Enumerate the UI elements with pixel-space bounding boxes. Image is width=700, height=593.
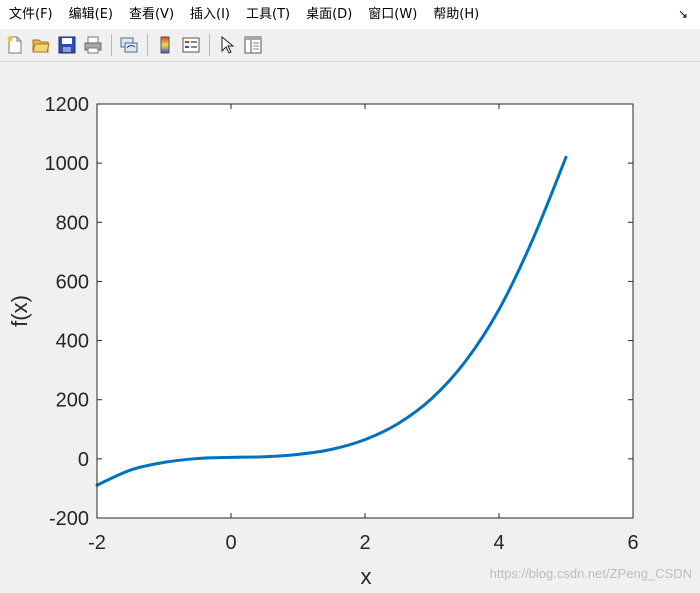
y-tick-label: 1000 <box>45 153 90 175</box>
toolbar-separator <box>209 34 210 56</box>
menu-insert[interactable]: 插入(I) <box>182 0 238 29</box>
x-tick-label: 4 <box>493 532 504 554</box>
colorbar-icon[interactable] <box>153 33 177 57</box>
print-icon[interactable] <box>81 33 105 57</box>
x-axis-label: x <box>361 564 372 589</box>
x-tick-labels: -2 0 2 4 6 <box>88 532 638 554</box>
open-file-icon[interactable] <box>29 33 53 57</box>
y-tick-label: -200 <box>49 508 89 530</box>
y-tick-labels: -200 0 200 400 600 800 1000 1200 <box>45 94 90 530</box>
x-tick-label: 6 <box>627 532 638 554</box>
y-tick-label: 1200 <box>45 94 90 116</box>
property-inspector-icon[interactable] <box>241 33 265 57</box>
line-chart: -200 0 200 400 600 800 1000 1200 -2 0 2 4 6 x f(x) <box>7 94 639 589</box>
x-tick-label: 2 <box>359 532 370 554</box>
menu-bar: 文件(F) 编辑(E) 查看(V) 插入(I) 工具(T) 桌面(D) 窗口(W… <box>0 0 700 29</box>
figure-canvas: -200 0 200 400 600 800 1000 1200 -2 0 2 4 6 x f(x) … <box>0 63 700 589</box>
link-plot-icon[interactable] <box>117 33 141 57</box>
toolbar-separator <box>147 34 148 56</box>
y-tick-label: 200 <box>56 390 89 412</box>
y-tick-label: 400 <box>56 331 89 353</box>
menu-desktop[interactable]: 桌面(D) <box>298 0 360 29</box>
y-tick-label: 0 <box>78 449 89 471</box>
dock-figure-icon[interactable]: ↘ <box>678 0 688 29</box>
menu-window[interactable]: 窗口(W) <box>360 0 425 29</box>
y-tick-label: 600 <box>56 271 89 293</box>
x-tick-label: 0 <box>225 532 236 554</box>
menu-edit[interactable]: 编辑(E) <box>61 0 121 29</box>
new-figure-icon[interactable] <box>3 33 27 57</box>
watermark: https://blog.csdn.net/ZPeng_CSDN <box>489 566 692 581</box>
menu-help[interactable]: 帮助(H) <box>425 0 487 29</box>
save-icon[interactable] <box>55 33 79 57</box>
axes-background <box>97 104 633 518</box>
figure-toolbar <box>0 29 700 62</box>
menu-file[interactable]: 文件(F) <box>0 0 61 29</box>
legend-icon[interactable] <box>179 33 203 57</box>
edit-plot-arrow-icon[interactable] <box>215 33 239 57</box>
menu-tools[interactable]: 工具(T) <box>238 0 298 29</box>
y-tick-label: 800 <box>56 212 89 234</box>
y-axis-label: f(x) <box>7 295 32 327</box>
menu-view[interactable]: 查看(V) <box>121 0 182 29</box>
toolbar-separator <box>111 34 112 56</box>
x-tick-label: -2 <box>88 532 106 554</box>
